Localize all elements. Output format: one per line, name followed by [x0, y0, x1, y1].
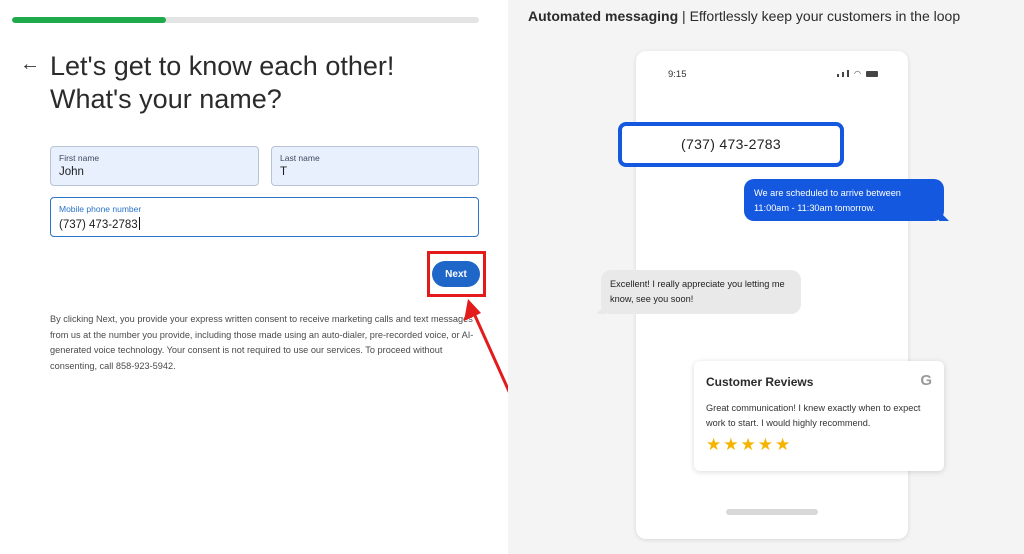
star-icon: ★	[706, 435, 722, 454]
star-icon: ★	[740, 435, 756, 454]
google-icon: G	[920, 372, 932, 389]
mobile-phone-field[interactable]: Mobile phone number (737) 473-2783	[50, 197, 479, 237]
star-rating: ★ ★ ★ ★ ★	[706, 435, 790, 455]
star-icon: ★	[757, 435, 773, 454]
promo-title-separator: |	[678, 8, 690, 24]
consent-text: By clicking Next, you provide your expre…	[50, 314, 474, 371]
promo-title-bold: Automated messaging	[528, 8, 679, 24]
first-name-field[interactable]: First name John	[50, 146, 259, 186]
last-name-label: Last name	[280, 153, 320, 163]
phone-status-icons: ◠	[837, 69, 878, 78]
back-arrow-icon[interactable]: ←	[20, 52, 40, 76]
signal-icon	[842, 72, 845, 77]
signup-panel: ← Let's get to know each other! What's y…	[0, 0, 527, 554]
page-title: Let's get to know each other! What's you…	[50, 50, 490, 116]
mobile-phone-label: Mobile phone number	[59, 204, 142, 214]
mobile-phone-text: (737) 473-2783	[59, 219, 138, 231]
progress-bar	[12, 17, 479, 23]
mobile-phone-value[interactable]: (737) 473-2783	[59, 217, 140, 231]
last-name-value[interactable]: T	[280, 166, 287, 178]
promo-title-rest: Effortlessly keep your customers in the …	[689, 8, 961, 24]
heading-line-2: What's your name?	[50, 84, 282, 114]
wifi-icon: ◠	[854, 69, 861, 78]
next-button[interactable]: Next	[432, 261, 480, 287]
home-indicator	[726, 509, 818, 515]
first-name-label: First name	[59, 153, 100, 163]
first-name-value[interactable]: John	[59, 166, 84, 178]
incoming-message-bubble: Excellent! I really appreciate you letti…	[601, 270, 801, 314]
star-icon: ★	[723, 435, 739, 454]
outgoing-message-bubble: We are scheduled to arrive between 11:00…	[744, 179, 944, 221]
heading-line-1: Let's get to know each other!	[50, 51, 395, 81]
text-caret	[138, 217, 140, 230]
last-name-field[interactable]: Last name T	[271, 146, 479, 186]
battery-icon	[866, 71, 878, 77]
signal-icon	[847, 70, 850, 77]
star-icon: ★	[775, 435, 791, 454]
phone-number-display: (737) 473-2783	[618, 122, 844, 167]
review-title: Customer Reviews	[706, 375, 814, 389]
customer-review-card: Customer Reviews G Great communication! …	[694, 361, 944, 471]
phone-clock: 9:15	[668, 69, 687, 80]
signal-icon	[837, 74, 840, 77]
promo-title: Automated messaging | Effortlessly keep …	[528, 8, 960, 24]
progress-fill	[12, 17, 167, 23]
review-text: Great communication! I knew exactly when…	[706, 403, 921, 428]
